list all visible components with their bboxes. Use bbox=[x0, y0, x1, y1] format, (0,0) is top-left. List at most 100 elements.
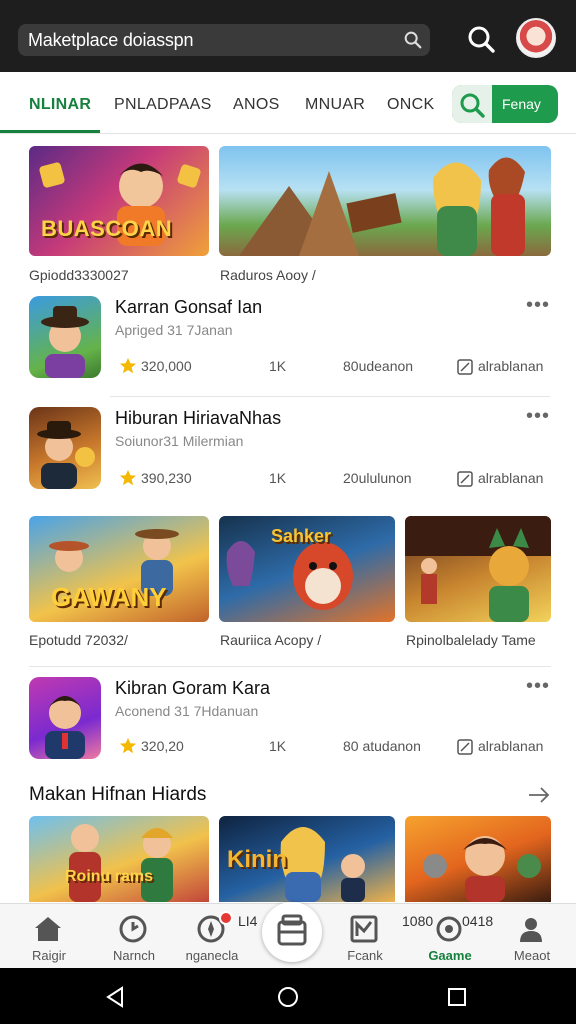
cover-art bbox=[423, 836, 541, 902]
filter-label: Fenay bbox=[502, 96, 541, 112]
review-count: 1K bbox=[269, 470, 287, 486]
download-count: 20ululunon bbox=[343, 470, 412, 486]
more-options-icon[interactable]: ••• bbox=[526, 405, 550, 428]
arrow-right-icon[interactable] bbox=[528, 786, 550, 804]
search-icon[interactable] bbox=[466, 24, 496, 54]
section-title: Makan Hifnan Hiards bbox=[29, 784, 207, 805]
app-title[interactable]: Kibran Goram Kara bbox=[115, 678, 270, 699]
store-icon bbox=[277, 914, 307, 946]
banner-caption: Raduros Aooy / bbox=[220, 267, 316, 283]
featured-banner[interactable] bbox=[219, 146, 551, 256]
external-link-icon bbox=[457, 739, 473, 755]
rating-value: 320,000 bbox=[141, 358, 192, 374]
app-subtitle: Apriged 31 7Janan bbox=[115, 322, 233, 338]
external-link-icon bbox=[457, 471, 473, 487]
game-icon bbox=[436, 916, 462, 942]
chart-icon bbox=[350, 915, 378, 943]
banner-caption: Gpiodd3330027 bbox=[29, 267, 129, 283]
app-subtitle: Soiunor31 Milermian bbox=[115, 433, 244, 449]
app-icon-art bbox=[41, 306, 89, 378]
promo-art bbox=[405, 516, 551, 622]
nav-label: nganecla bbox=[185, 948, 239, 963]
download-count: 80udeanon bbox=[343, 358, 414, 374]
active-tab-indicator bbox=[0, 130, 100, 133]
nav-extra-text: 0418 bbox=[462, 913, 494, 929]
app-title[interactable]: Karran Gonsaf Ian bbox=[115, 297, 262, 318]
top-bar: Maketplace doiasspn bbox=[0, 0, 576, 72]
developer-link[interactable]: alrablanan bbox=[478, 358, 543, 374]
nav-extra-text: LI4 bbox=[238, 913, 258, 929]
nav-extra-text: 1080 bbox=[402, 913, 434, 929]
home-button-icon[interactable] bbox=[277, 986, 299, 1008]
home-icon bbox=[35, 917, 61, 941]
banner-title: BUASCOAN bbox=[41, 216, 173, 241]
star-icon bbox=[119, 469, 137, 486]
promo-card[interactable]: Sahker bbox=[219, 516, 395, 622]
developer-link[interactable]: alrablanan bbox=[478, 470, 543, 486]
game-cover[interactable]: Roinu rams bbox=[29, 816, 209, 902]
app-title[interactable]: Hiburan HiriavaNhas bbox=[115, 408, 281, 429]
category-tabs: NLINAR PNLADPAAS ANOS MNUAR ONCK Fenay bbox=[0, 72, 576, 134]
recents-icon[interactable] bbox=[446, 986, 468, 1008]
search-icon bbox=[460, 93, 485, 118]
promo-caption: Rpinolbalelady Tame bbox=[406, 632, 536, 648]
divider bbox=[29, 666, 551, 667]
search-icon[interactable] bbox=[402, 29, 424, 51]
tab-onck[interactable]: ONCK bbox=[387, 96, 434, 114]
promo-title: GAWANY bbox=[51, 582, 167, 612]
review-count: 1K bbox=[269, 738, 287, 754]
star-icon bbox=[119, 357, 137, 374]
notification-badge bbox=[219, 911, 233, 925]
tab-pnladpaas[interactable]: PNLADPAAS bbox=[114, 96, 212, 114]
tab-mnuar[interactable]: MNUAR bbox=[305, 96, 365, 114]
more-options-icon[interactable]: ••• bbox=[526, 294, 550, 317]
rating-value: 320,20 bbox=[141, 738, 184, 754]
review-count: 1K bbox=[269, 358, 287, 374]
nav-home[interactable]: Raigir bbox=[9, 904, 89, 969]
nav-frank[interactable]: Fcank bbox=[325, 904, 405, 969]
app-screen: Maketplace doiasspn NLINAR PNLADPAAS ANO… bbox=[0, 0, 576, 1024]
app-subtitle: Aconend 31 7Hdanuan bbox=[115, 703, 259, 719]
download-count: 80 atudanon bbox=[343, 738, 421, 754]
featured-banner[interactable]: BUASCOAN bbox=[29, 146, 209, 256]
timer-icon bbox=[119, 915, 147, 943]
promo-caption: Epotudd 72032/ bbox=[29, 632, 128, 648]
system-navigation bbox=[0, 968, 576, 1024]
banner-art bbox=[239, 157, 525, 256]
filter-button[interactable]: Fenay bbox=[452, 85, 558, 123]
avatar[interactable] bbox=[516, 18, 556, 58]
cover-title: Kinin bbox=[227, 846, 287, 873]
nav-label: Fcank bbox=[347, 948, 383, 963]
promo-title: Sahker bbox=[271, 526, 332, 546]
nav-label: Narnch bbox=[113, 948, 155, 963]
search-input[interactable]: Maketplace doiasspn bbox=[28, 30, 194, 51]
app-icon-art bbox=[45, 696, 85, 759]
star-icon bbox=[119, 737, 137, 754]
nav-label: Gaame bbox=[428, 948, 472, 963]
promo-card[interactable] bbox=[405, 516, 551, 622]
store-button[interactable] bbox=[262, 902, 322, 962]
more-options-icon[interactable]: ••• bbox=[526, 675, 550, 698]
tab-anos[interactable]: ANOS bbox=[233, 96, 280, 114]
cover-title: Roinu rams bbox=[65, 868, 154, 885]
person-icon bbox=[520, 918, 542, 942]
cover-art bbox=[69, 824, 173, 902]
app-icon[interactable] bbox=[29, 407, 101, 489]
promo-card[interactable]: GAWANY bbox=[29, 516, 209, 622]
rating-value: 390,230 bbox=[141, 470, 192, 486]
game-cover[interactable]: Kinin bbox=[219, 816, 395, 902]
nav-me[interactable]: Meaot bbox=[492, 904, 572, 969]
nav-label: Raigir bbox=[32, 948, 66, 963]
divider bbox=[110, 396, 550, 397]
app-icon-art bbox=[37, 421, 95, 489]
nav-match[interactable]: Narnch bbox=[94, 904, 174, 969]
app-icon[interactable] bbox=[29, 296, 101, 378]
nav-label: Meaot bbox=[513, 948, 551, 963]
app-icon[interactable] bbox=[29, 677, 101, 759]
back-icon[interactable] bbox=[104, 986, 126, 1008]
tab-nlinar[interactable]: NLINAR bbox=[29, 96, 91, 114]
developer-link[interactable]: alrablanan bbox=[478, 738, 543, 754]
promo-caption: Rauriica Acopy / bbox=[220, 632, 322, 648]
game-cover[interactable] bbox=[405, 816, 551, 902]
search-bar[interactable]: Maketplace doiasspn bbox=[18, 24, 430, 56]
